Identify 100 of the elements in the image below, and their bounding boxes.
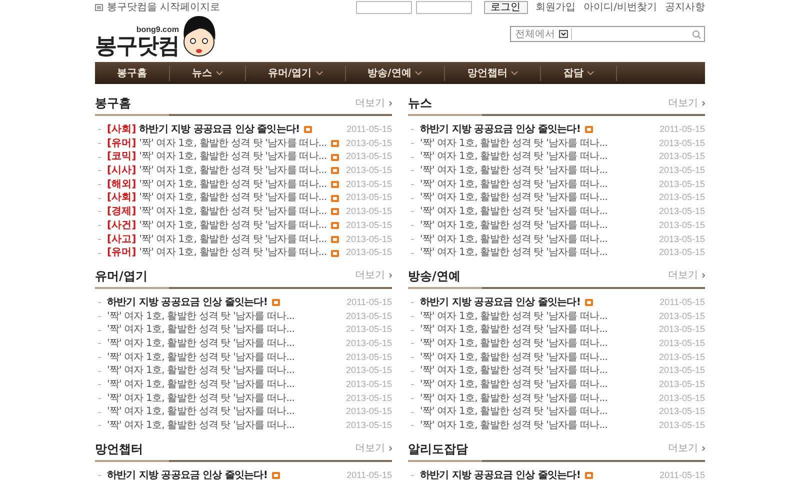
article-date: 2013-05-15 [658,205,705,218]
search-bar[interactable]: 전체에서 [510,26,705,42]
article-date: 2013-05-15 [658,392,705,405]
article-date: 2013-05-15 [658,378,705,391]
article-link[interactable]: '짝' 여자 1호, 활발한 성격 탓 '남자를 떠나... [107,378,295,392]
password-field[interactable] [416,0,472,14]
search-scope[interactable]: 전체에서 [511,26,559,42]
article-link[interactable]: '짝' 여자 1호, 활발한 성격 탓 '남자를 떠나... [139,136,327,150]
article-link[interactable]: '짝' 여자 1호, 활발한 성격 탓 '남자를 떠나... [139,178,327,192]
article-link[interactable]: '짝' 여자 1호, 활발한 성격 탓 '남자를 떠나... [420,164,608,178]
article-link[interactable]: '짝' 여자 1호, 활발한 성격 탓 '남자를 떠나... [420,178,608,192]
search-icon [692,30,701,38]
chevron-icon [702,446,705,452]
article-link[interactable]: '짝' 여자 1호, 활발한 성격 탓 '남자를 떠나... [107,350,295,364]
top-link[interactable]: 아이디/비번찾기 [584,0,657,14]
article-link[interactable]: 하반기 지방 공공요금 인상 줄잇는다! [139,123,300,137]
article-link[interactable]: 하반기 지방 공공요금 인상 줄잇는다! [420,296,580,310]
article-link[interactable]: '짝' 여자 1호, 활발한 성격 탓 '남자를 떠나... [139,191,327,206]
article-link[interactable]: '짝' 여자 1호, 활발한 성격 탓 '남자를 떠나... [420,205,608,219]
article-date: 2013-05-15 [346,246,392,260]
start-page-link[interactable]: 봉구닷컴을 시작페이지로 [107,0,220,14]
article-link[interactable]: '짝' 여자 1호, 활발한 성격 탓 '남자를 떠나... [420,150,608,164]
article-date: 2013-05-15 [346,350,392,364]
article-date: 2013-05-15 [346,164,392,178]
nav-item[interactable]: 망언챕터 [445,66,542,80]
article-link[interactable]: '짝' 여자 1호, 활발한 성격 탓 '남자를 떠나... [420,419,608,433]
article-date: 2013-05-15 [346,205,392,218]
article-date: 2013-05-15 [346,232,392,246]
article-link[interactable]: '짝' 여자 1호, 활발한 성격 탓 '남자를 떠나... [139,246,327,260]
article-link[interactable]: 하반기 지방 공공요금 인상 줄잇는다! [420,468,580,482]
article-date: 2013-05-15 [346,392,392,405]
article-link[interactable]: '짝' 여자 1호, 활발한 성격 탓 '남자를 떠나... [107,405,295,420]
article-link[interactable]: '짝' 여자 1호, 활발한 성격 탓 '남자를 떠나... [139,218,327,233]
dropdown-icon [559,30,568,38]
section-title: 알리도잡담 [408,440,468,458]
article-link[interactable]: '짝' 여자 1호, 활발한 성격 탓 '남자를 떠나... [420,191,608,206]
category-tag: [코믹] [107,150,136,164]
logo-text[interactable]: 봉구닷컴 [95,36,179,58]
article-link[interactable]: '짝' 여자 1호, 활발한 성격 탓 '남자를 떠나... [420,405,608,420]
section-title: 방송/연예 [408,268,460,285]
article-link[interactable]: '짝' 여자 1호, 활발한 성격 탓 '남자를 떠나... [420,336,608,351]
logo-domain: bong9.com [136,24,179,36]
article-link[interactable]: '짝' 여자 1호, 활발한 성격 탓 '남자를 떠나... [420,246,608,260]
article-link[interactable]: '짝' 여자 1호, 활발한 성격 탓 '남자를 떠나... [107,392,295,406]
section-title: 봉구홈 [95,95,131,112]
article-link[interactable]: '짝' 여자 1호, 활발한 성격 탓 '남자를 떠나... [139,232,327,246]
page-icon [95,4,103,10]
top-link[interactable]: 공지사항 [665,0,705,14]
article-date: 2013-05-15 [658,336,705,350]
article-link[interactable]: '짝' 여자 1호, 활발한 성격 탓 '남자를 떠나... [420,364,608,378]
article-link[interactable]: '짝' 여자 1호, 활발한 성격 탓 '남자를 떠나... [420,218,608,233]
article-link[interactable]: '짝' 여자 1호, 활발한 성격 탓 '남자를 떠나... [107,419,295,433]
article-link[interactable]: '짝' 여자 1호, 활발한 성격 탓 '남자를 떠나... [107,323,295,337]
nav-item[interactable]: 뉴스 [170,66,246,80]
article-date: 2013-05-15 [658,232,705,246]
article-link[interactable]: 하반기 지방 공공요금 인상 줄잇는다! [107,468,268,482]
article-link[interactable]: '짝' 여자 1호, 활발한 성격 탓 '남자를 떠나... [139,150,327,164]
article-link[interactable]: '짝' 여자 1호, 활발한 성격 탓 '남자를 떠나... [420,350,608,364]
article-link[interactable]: '짝' 여자 1호, 활발한 성격 탓 '남자를 떠나... [107,336,295,351]
article-date: 2013-05-15 [346,419,392,432]
article-date: 2013-05-15 [658,178,705,191]
article-date: 2013-05-15 [658,136,705,150]
chevron-icon [389,273,392,278]
nav-item[interactable]: 잡담 [541,66,618,80]
category-tag: [사고] [107,232,136,246]
article-link[interactable]: '짝' 여자 1호, 활발한 성격 탓 '남자를 떠나... [420,310,608,324]
article-date: 2013-05-15 [346,150,392,164]
top-link[interactable]: 회원가입 [536,0,576,14]
article-link[interactable]: '짝' 여자 1호, 활발한 성격 탓 '남자를 떠나... [420,136,608,150]
nav-item[interactable]: 방송/연예 [346,66,446,80]
category-tag: [사회] [107,123,136,137]
article-link[interactable]: 하반기 지방 공공요금 인상 줄잇는다! [107,296,268,310]
category-tag: [유머] [107,136,136,150]
article-date: 2013-05-15 [658,419,705,432]
article-link[interactable]: '짝' 여자 1호, 활발한 성격 탓 '남자를 떠나... [107,310,295,324]
article-date: 2013-05-15 [346,364,392,378]
article-link[interactable]: '짝' 여자 1호, 활발한 성격 탓 '남자를 떠나... [139,164,327,178]
login-button[interactable]: 로그인 [484,0,528,14]
article-link[interactable]: '짝' 여자 1호, 활발한 성격 탓 '남자를 떠나... [420,232,608,246]
article-date: 2013-05-15 [346,378,392,391]
article-link[interactable]: 하반기 지방 공공요금 인상 줄잇는다! [420,123,580,137]
article-date: 2013-05-15 [346,323,392,336]
article-link[interactable]: '짝' 여자 1호, 활발한 성격 탓 '남자를 떠나... [139,205,327,219]
article-date: 2013-05-15 [346,136,392,150]
article-link[interactable]: '짝' 여자 1호, 활발한 성격 탓 '남자를 떠나... [420,323,608,337]
nav-item[interactable]: 유머/엽기 [246,66,346,80]
nav-item[interactable]: 봉구홈 [95,66,170,80]
article-date: 2013-05-15 [658,164,705,178]
section-title: 망언챕터 [95,440,143,458]
category-tag: [사건] [107,218,136,233]
article-link[interactable]: '짝' 여자 1호, 활발한 성격 탓 '남자를 떠나... [420,392,608,406]
article-link[interactable]: '짝' 여자 1호, 활발한 성격 탓 '남자를 떠나... [107,364,295,378]
article-date: 2013-05-15 [658,218,705,232]
chevron-icon [702,273,705,278]
id-field[interactable] [356,0,412,14]
article-date: 2011-05-15 [346,296,392,309]
chevron-icon [389,100,392,106]
article-date: 2013-05-15 [658,150,705,164]
article-link[interactable]: '짝' 여자 1호, 활발한 성격 탓 '남자를 떠나... [420,378,608,392]
article-date: 2013-05-15 [658,405,705,418]
